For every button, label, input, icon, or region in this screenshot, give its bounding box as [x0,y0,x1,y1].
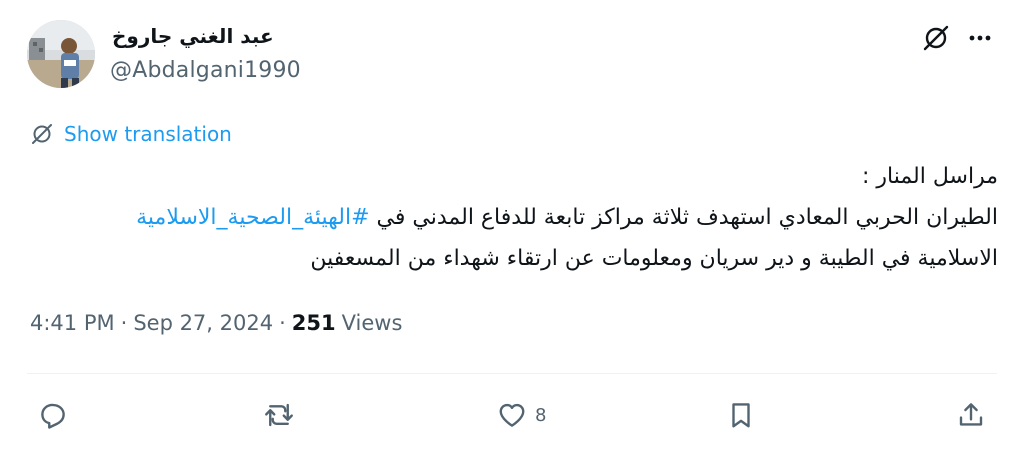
show-translation-label: Show translation [64,122,232,146]
share-icon [959,403,983,426]
display-name[interactable]: عبد الغني جاروخ [112,24,274,48]
retweet-icon [265,403,293,427]
tweet-line-2: الطيران الحربي المعادي استهدف ثلاثة مراك… [18,197,998,238]
bookmark-button[interactable] [726,390,756,440]
show-translation-link[interactable]: Show translation [30,120,232,148]
avatar-photo [27,20,95,88]
bookmark-icon [732,403,750,428]
like-count: 8 [535,404,547,426]
tweet-line-3: الاسلامية في الطيبة و دير سريان ومعلومات… [310,246,998,271]
views-count[interactable]: 251 [292,311,336,335]
action-bar: 8 [0,390,1024,440]
reply-button[interactable] [38,390,68,440]
tweet-line-2-text: الطيران الحربي المعادي استهدف ثلاثة مراك… [369,205,998,230]
user-handle[interactable]: @Abdalgani1990 [110,58,301,83]
divider [27,373,997,374]
grok-icon [923,25,949,51]
like-button[interactable]: 8 [497,390,546,440]
tweet-date[interactable]: Sep 27, 2024 [133,311,273,335]
tweet-time[interactable]: 4:41 PM [30,311,115,335]
views-label[interactable]: Views [342,311,403,335]
tweet-line-1: مراسل المنار : [861,164,998,189]
grok-button[interactable] [918,20,954,56]
share-button[interactable] [956,390,986,440]
tweet-text: مراسل المنار : الطيران الحربي المعادي اس… [18,156,998,279]
tweet-meta: 4:41 PM · Sep 27, 2024 · 251 Views [30,311,402,335]
meta-separator: · [120,311,128,335]
reply-icon [41,403,65,429]
more-button[interactable] [962,20,998,56]
more-icon [969,35,991,41]
translate-icon [32,124,52,144]
meta-separator: · [279,311,286,335]
retweet-button[interactable] [264,390,294,440]
hashtag-link[interactable]: #الهيئة_الصحية_الاسلامية [136,205,369,230]
heart-icon [499,403,525,427]
avatar[interactable] [27,20,95,88]
